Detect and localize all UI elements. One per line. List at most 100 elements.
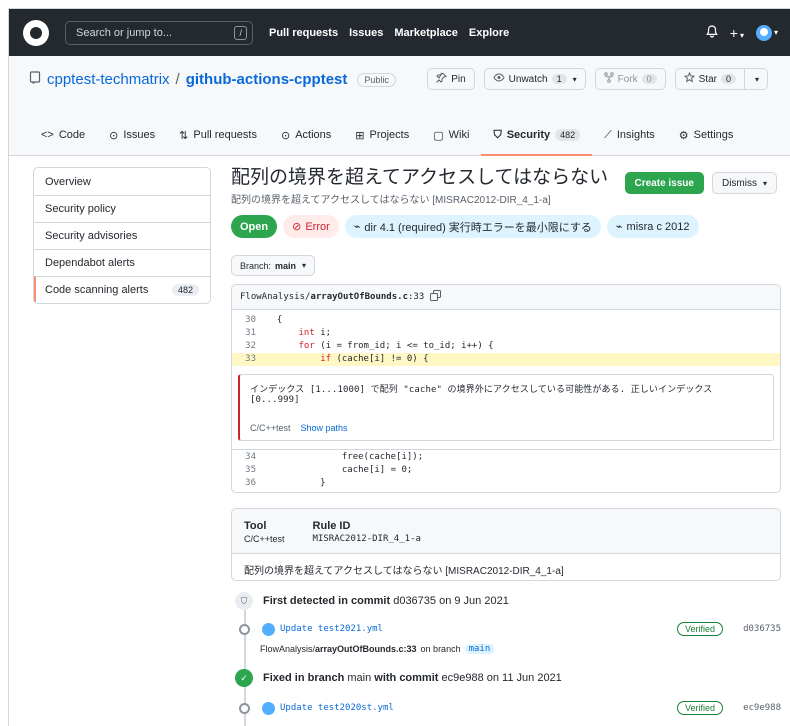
line-number: 36 [245,478,256,488]
line-number: 32 [245,341,256,351]
tab-label: Actions [295,129,332,141]
tag-label: misra c 2012 [626,220,690,233]
fileref-on-branch: on branch [420,644,461,654]
search-shortcut-key: / [234,25,247,40]
create-issue-button[interactable]: Create issue [624,172,704,194]
line-code: cache[i] = 0; [266,465,413,475]
code-line: 30 { [232,314,780,327]
line-code: if (cache[i] != 0) { [320,354,429,364]
sidebar-item-overview[interactable]: Overview [34,168,210,195]
tab-label: Issues [123,129,156,141]
nav-issues[interactable]: Issues [349,27,383,39]
commit-sha-link[interactable]: d036735 [723,624,781,634]
tab-label: Settings [693,129,734,141]
nav-pull-requests[interactable]: Pull requests [269,27,338,39]
commit-icon [239,702,250,714]
rule-value: MISRAC2012-DIR_4_1-a [312,534,421,544]
user-menu-button[interactable]: ▾ [755,24,778,41]
fixed-branch: main [347,672,372,684]
tab-issues[interactable]: ⊙ Issues [97,114,167,156]
alert-message-meta: C/C++test Show paths [250,423,763,433]
create-new-button[interactable]: + ▾ [730,25,744,41]
code-line: 36 } [232,477,780,490]
sidebar-item-security-policy[interactable]: Security policy [34,195,210,222]
tab-actions[interactable]: ⊙ Actions [269,114,343,156]
alert-timeline: ⛉ First detected in commit d036735 on 9 … [235,591,781,726]
tool-header: Tool [244,520,267,532]
code-line: 34 free(cache[i]); [232,451,780,464]
search-input[interactable]: Search or jump to... / [65,20,253,45]
sidebar-item-security-advisories[interactable]: Security advisories [34,222,210,249]
fixed-label: Fixed in branch [263,672,345,684]
tab-wiki[interactable]: ▢ Wiki [421,114,481,156]
repo-icon [29,71,41,88]
repo-owner-link[interactable]: cpptest-techmatrix [47,71,170,88]
tab-label: Pull requests [193,129,257,141]
tab-pull-requests[interactable]: ⇅ Pull requests [167,114,269,156]
commit-author-avatar[interactable] [262,622,275,636]
file-reference: FlowAnalysis/arrayOutOfBounds.c:33 on br… [260,642,781,656]
fixed-detail: ec9e988 on 11 Jun 2021 [441,672,562,684]
rule-description: 配列の境界を超えてアクセスしてはならない [MISRAC2012-DIR_4_1… [244,566,564,577]
chevron-down-icon: ▾ [762,178,767,188]
commit-row: Update test2020st.yml Verified ec9e988 [235,698,781,718]
rule-info-box: Tool C/C++test Rule ID MISRAC2012-DIR_4_… [231,508,781,581]
star-count: 0 [720,74,736,84]
alert-labels: Open ⊘ Error ⌁ dir 4.1 (required) 実行時エラーを最… [231,215,781,238]
misra-tag[interactable]: ⌁ misra c 2012 [606,215,699,238]
tab-insights[interactable]: ⟋ Insights [592,114,667,156]
branch-value: main [275,260,297,271]
fileref-branch-badge[interactable]: main [464,644,495,654]
security-count: 482 [555,129,581,141]
sidebar-item-code-scanning-alerts[interactable]: Code scanning alerts 482 [34,276,210,303]
error-icon: ⊘ [292,221,302,233]
copy-icon[interactable] [430,290,442,304]
tab-settings[interactable]: ⚙ Settings [667,114,746,156]
unwatch-button[interactable]: Unwatch 1 ▾ [483,68,586,90]
code-scanning-count: 482 [171,284,199,296]
user-avatar [755,24,772,41]
branch-selector[interactable]: Branch: main ▾ [231,255,316,276]
repo-name-link[interactable]: github-actions-cpptest [186,71,348,88]
commit-author-avatar[interactable] [262,701,275,715]
play-icon: ⊙ [280,129,291,142]
search-placeholder: Search or jump to... [76,26,172,39]
tag-icon: ⌁ [353,221,361,233]
star-button[interactable]: Star 0 [674,68,745,90]
verified-badge[interactable]: Verified [676,622,723,636]
line-code: int i; [298,328,332,338]
tab-security[interactable]: ⛉ Security 482 [481,114,592,156]
dismiss-button[interactable]: Dismiss ▾ [711,172,777,194]
global-nav: Pull requests Issues Marketplace Explore [269,27,509,39]
sidebar-item-dependabot-alerts[interactable]: Dependabot alerts [34,249,210,276]
timeline-fixed: ✓ Fixed in branch main with commit ec9e9… [235,668,781,688]
line-number: 35 [245,465,256,475]
repo-actions: Pin Unwatch 1 ▾ Fork 0 Star 0 ▾ [427,68,768,90]
file-path-link[interactable]: FlowAnalysis/arrayOutOfBounds.c:33 [240,292,424,302]
github-logo-icon[interactable] [23,19,49,46]
verified-badge[interactable]: Verified [676,701,723,715]
bell-icon[interactable] [705,24,718,41]
nav-marketplace[interactable]: Marketplace [394,27,458,39]
visibility-badge: Public [357,72,396,87]
fileref-path-link[interactable]: FlowAnalysis/arrayOutOfBounds.c:33 [260,644,417,654]
nav-explore[interactable]: Explore [469,27,509,39]
code-lines-before: 30 { 31 int i; 32 for (i = from_id; i <=… [232,310,780,366]
show-paths-link[interactable]: Show paths [301,423,348,433]
line-number: 33 [245,354,256,364]
commit-message-link[interactable]: Update test2021.yml [280,624,383,634]
code-line: 31 int i; [232,327,780,340]
severity-label: Error [305,220,330,233]
fork-button[interactable]: Fork 0 [594,68,666,90]
plus-icon: + [729,24,738,41]
rule-tag[interactable]: ⌁ dir 4.1 (required) 実行時エラーを最小限にする [344,215,601,238]
tab-projects[interactable]: ⊞ Projects [343,114,421,156]
commit-sha-link[interactable]: ec9e988 [723,703,781,713]
star-list-button[interactable]: ▾ [744,68,768,90]
sidebar-item-label: Code scanning alerts [45,284,149,296]
pull-request-icon: ⇅ [179,129,189,142]
commit-message-link[interactable]: Update test2020st.yml [280,703,394,713]
pin-button[interactable]: Pin [427,68,475,90]
code-icon: <> [41,129,54,141]
tab-code[interactable]: <> Code [29,114,97,156]
